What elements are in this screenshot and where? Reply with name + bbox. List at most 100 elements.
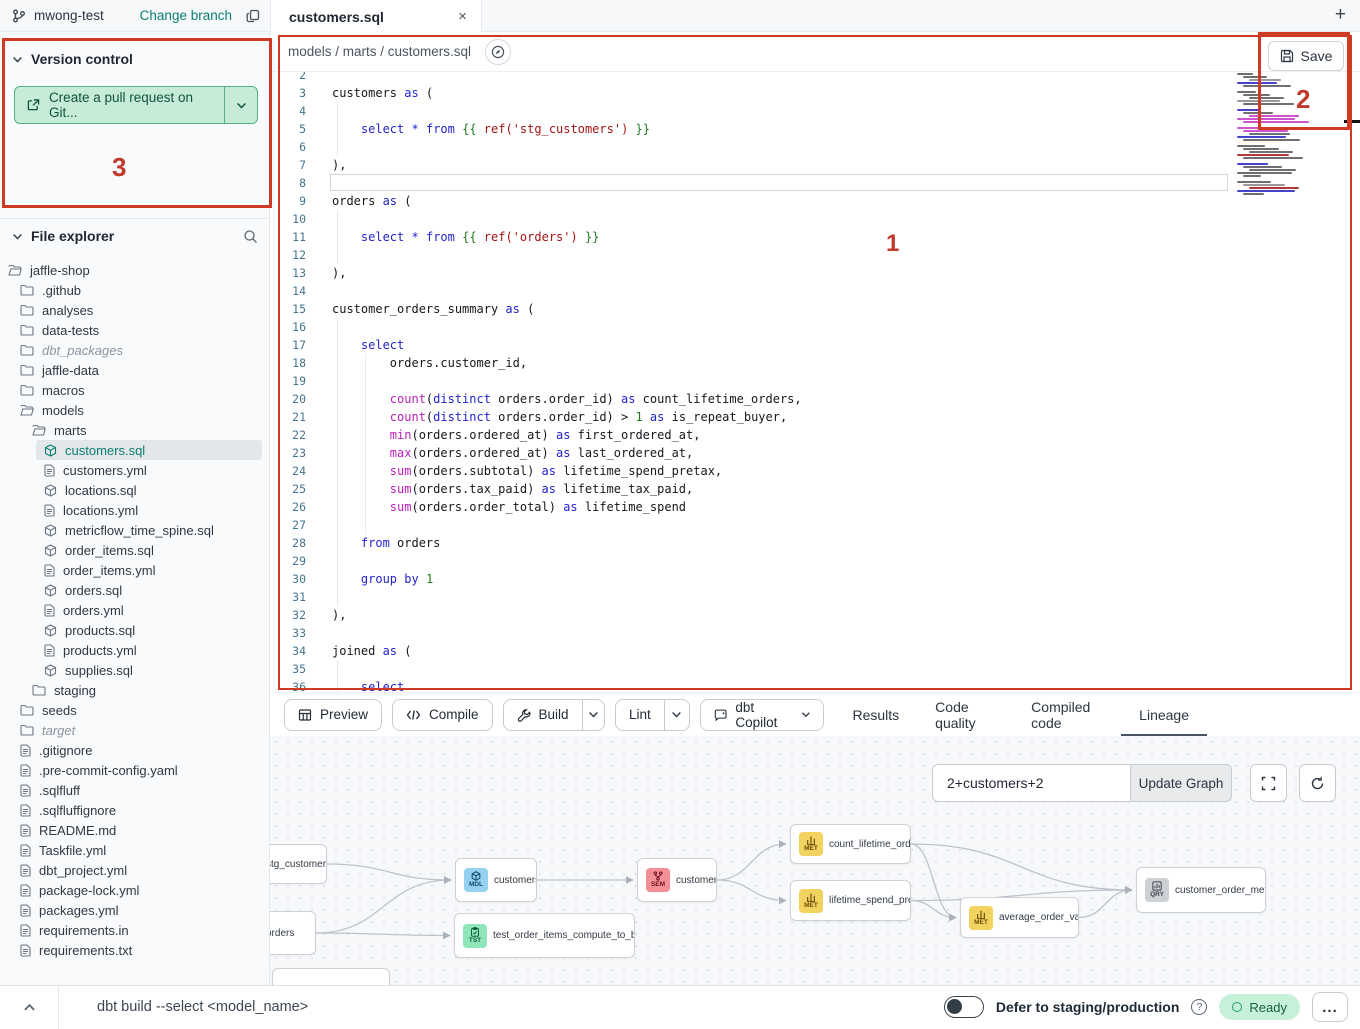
code-area[interactable]: 23customers as (45 select * from {{ ref(…	[270, 66, 1360, 692]
file-tree-item--gitignore[interactable]: .gitignore	[0, 740, 270, 760]
code-line-4[interactable]: 4	[270, 102, 1360, 120]
code-line-6[interactable]: 6	[270, 138, 1360, 156]
code-line-31[interactable]: 31	[270, 588, 1360, 606]
code-line-15[interactable]: 15customer_orders_summary as (	[270, 300, 1360, 318]
code-line-16[interactable]: 16	[270, 318, 1360, 336]
file-tree-item--pre-commit-config-yaml[interactable]: .pre-commit-config.yaml	[0, 760, 270, 780]
code-line-21[interactable]: 21 count(distinct orders.order_id) > 1 a…	[270, 408, 1360, 426]
file-tree-item-jaffle-shop[interactable]: jaffle-shop	[0, 260, 270, 280]
lint-dropdown-chevron[interactable]	[664, 700, 689, 730]
tab-results[interactable]: Results	[834, 693, 917, 737]
file-tree-item-orders-yml[interactable]: orders.yml	[0, 600, 270, 620]
lineage-node-orders[interactable]: orders	[270, 911, 316, 955]
code-line-32[interactable]: 32),	[270, 606, 1360, 624]
file-tree-item-models[interactable]: models	[0, 400, 270, 420]
save-button[interactable]: Save	[1268, 41, 1344, 71]
chevron-up-icon[interactable]	[0, 1001, 58, 1014]
code-line-22[interactable]: 22 min(orders.ordered_at) as first_order…	[270, 426, 1360, 444]
lineage-node-stg_customers[interactable]: stg_customers	[270, 844, 327, 884]
file-tree-item-customers-sql[interactable]: customers.sql	[0, 440, 270, 460]
file-tree-item-readme-md[interactable]: README.md	[0, 820, 270, 840]
code-line-20[interactable]: 20 count(distinct orders.order_id) as co…	[270, 390, 1360, 408]
code-line-3[interactable]: 3customers as (	[270, 84, 1360, 102]
file-tree-item-macros[interactable]: macros	[0, 380, 270, 400]
lineage-node-partial_node[interactable]	[272, 968, 390, 985]
file-tree-item-package-lock-yml[interactable]: package-lock.yml	[0, 880, 270, 900]
more-options-button[interactable]: ...	[1312, 992, 1348, 1022]
tab-code-quality[interactable]: Code quality	[917, 693, 1013, 737]
file-tree-item-staging[interactable]: staging	[0, 680, 270, 700]
code-line-10[interactable]: 10	[270, 210, 1360, 228]
code-line-23[interactable]: 23 max(orders.ordered_at) as last_ordere…	[270, 444, 1360, 462]
code-line-7[interactable]: 7),	[270, 156, 1360, 174]
help-icon[interactable]: ?	[1191, 999, 1207, 1015]
code-line-12[interactable]: 12	[270, 246, 1360, 264]
code-line-13[interactable]: 13),	[270, 264, 1360, 282]
code-line-29[interactable]: 29	[270, 552, 1360, 570]
file-tree-item-orders-sql[interactable]: orders.sql	[0, 580, 270, 600]
dbt-copilot-button[interactable]: dbt Copilot	[700, 699, 824, 731]
file-explorer-header[interactable]: File explorer	[0, 225, 270, 247]
update-graph-button[interactable]: Update Graph	[1130, 764, 1232, 802]
build-dropdown-chevron[interactable]	[582, 700, 604, 730]
copy-icon[interactable]	[246, 9, 260, 23]
create-pull-request-main[interactable]: Create a pull request on Git...	[15, 87, 224, 123]
compass-icon[interactable]	[485, 39, 511, 65]
lineage-node-average_order_value[interactable]: METaverage_order_value	[960, 897, 1079, 938]
file-tree-item-analyses[interactable]: analyses	[0, 300, 270, 320]
file-tree-item--github[interactable]: .github	[0, 280, 270, 300]
code-line-26[interactable]: 26 sum(orders.order_total) as lifetime_s…	[270, 498, 1360, 516]
file-tree-item-products-sql[interactable]: products.sql	[0, 620, 270, 640]
code-line-28[interactable]: 28 from orders	[270, 534, 1360, 552]
preview-button[interactable]: Preview	[284, 699, 382, 731]
lineage-node-customers_sem[interactable]: SEMcustomers	[637, 858, 717, 902]
file-tree-item-target[interactable]: target	[0, 720, 270, 740]
code-line-35[interactable]: 35	[270, 660, 1360, 678]
fullscreen-button[interactable]	[1250, 764, 1287, 802]
compile-button[interactable]: Compile	[392, 699, 493, 731]
lineage-node-customer_order_metrics[interactable]: QRYcustomer_order_metrics	[1136, 867, 1266, 913]
file-tree-item-products-yml[interactable]: products.yml	[0, 640, 270, 660]
tab-lineage[interactable]: Lineage	[1121, 693, 1207, 737]
change-branch-link[interactable]: Change branch	[140, 8, 232, 23]
code-line-33[interactable]: 33	[270, 624, 1360, 642]
lineage-selector-input[interactable]: 2+customers+2	[932, 764, 1130, 802]
search-icon[interactable]	[243, 229, 258, 244]
minimap[interactable]	[1237, 73, 1313, 205]
tab-compiled-code[interactable]: Compiled code	[1013, 693, 1121, 737]
lint-button[interactable]: Lint	[616, 700, 664, 730]
code-line-5[interactable]: 5 select * from {{ ref('stg_customers') …	[270, 120, 1360, 138]
code-line-14[interactable]: 14	[270, 282, 1360, 300]
code-line-11[interactable]: 11 select * from {{ ref('orders') }}	[270, 228, 1360, 246]
code-line-17[interactable]: 17 select	[270, 336, 1360, 354]
file-tree-item-taskfile-yml[interactable]: Taskfile.yml	[0, 840, 270, 860]
code-line-9[interactable]: 9orders as (	[270, 192, 1360, 210]
refresh-button[interactable]	[1299, 764, 1336, 802]
code-line-19[interactable]: 19	[270, 372, 1360, 390]
defer-toggle[interactable]	[944, 996, 984, 1018]
file-tree-item-requirements-txt[interactable]: requirements.txt	[0, 940, 270, 960]
create-pull-request-button[interactable]: Create a pull request on Git...	[14, 86, 258, 124]
file-tree-item--sqlfluff[interactable]: .sqlfluff	[0, 780, 270, 800]
version-control-header[interactable]: Version control	[0, 48, 269, 70]
file-tree-item-metricflow-time-spine-sql[interactable]: metricflow_time_spine.sql	[0, 520, 270, 540]
file-tree-item-dbt-project-yml[interactable]: dbt_project.yml	[0, 860, 270, 880]
code-line-27[interactable]: 27	[270, 516, 1360, 534]
lineage-node-customers_mdl[interactable]: MDLcustomers	[455, 858, 537, 902]
command-input[interactable]: dbt build --select <model_name>	[97, 999, 308, 1015]
lineage-node-count_lifetime_orders[interactable]: METcount_lifetime_orders	[790, 824, 911, 864]
pr-dropdown-chevron[interactable]	[224, 87, 257, 123]
file-tree-item-order-items-sql[interactable]: order_items.sql	[0, 540, 270, 560]
code-line-34[interactable]: 34joined as (	[270, 642, 1360, 660]
file-tree-item-dbt-packages[interactable]: dbt_packages	[0, 340, 270, 360]
file-tree-item--sqlfluffignore[interactable]: .sqlfluffignore	[0, 800, 270, 820]
code-line-18[interactable]: 18 orders.customer_id,	[270, 354, 1360, 372]
file-tree-item-requirements-in[interactable]: requirements.in	[0, 920, 270, 940]
file-tree-item-supplies-sql[interactable]: supplies.sql	[0, 660, 270, 680]
file-tree-item-locations-yml[interactable]: locations.yml	[0, 500, 270, 520]
code-line-8[interactable]: 8	[270, 174, 1360, 192]
file-tree-item-jaffle-data[interactable]: jaffle-data	[0, 360, 270, 380]
lineage-node-lifetime_spend_pretax[interactable]: METlifetime_spend_pretax	[790, 880, 911, 921]
code-line-30[interactable]: 30 group by 1	[270, 570, 1360, 588]
code-line-25[interactable]: 25 sum(orders.tax_paid) as lifetime_tax_…	[270, 480, 1360, 498]
